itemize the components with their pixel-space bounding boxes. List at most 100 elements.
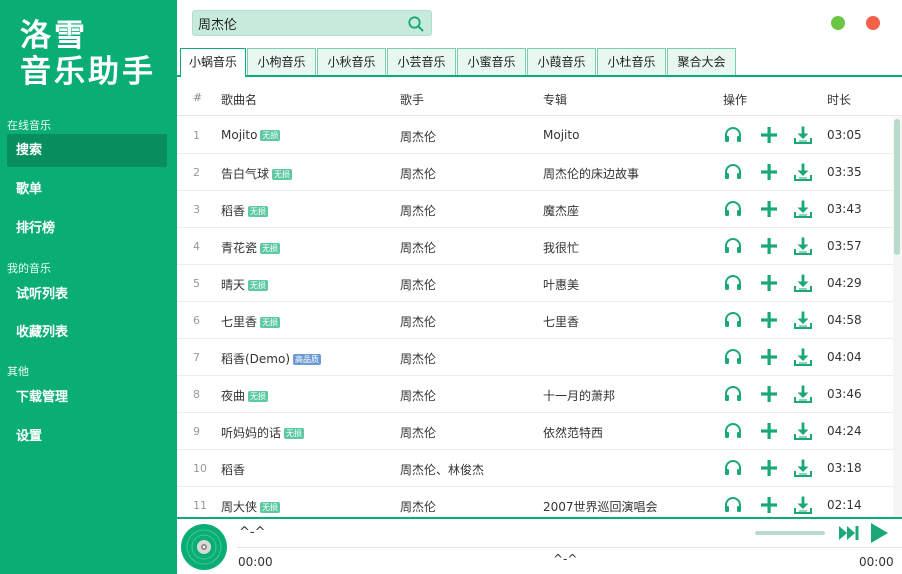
song-album[interactable]: 叶惠美: [543, 276, 579, 293]
tab-source-1[interactable]: 小蜗音乐: [180, 48, 246, 77]
headphones-icon[interactable]: [723, 347, 743, 367]
add-icon[interactable]: [759, 347, 779, 367]
table-row[interactable]: 10 稻香 周杰伦、林俊杰 03:18: [177, 450, 893, 487]
song-artist[interactable]: 周杰伦: [400, 239, 436, 256]
download-icon[interactable]: [793, 236, 813, 256]
sidebar-item-search[interactable]: 搜索: [7, 134, 167, 167]
headphones-icon[interactable]: [723, 125, 743, 145]
add-icon[interactable]: [759, 310, 779, 330]
table-row[interactable]: 8 夜曲 无损 周杰伦 十一月的萧邦 03:46: [177, 376, 893, 413]
download-icon[interactable]: [793, 421, 813, 441]
song-name[interactable]: 告白气球 无损: [221, 165, 293, 182]
download-icon[interactable]: [793, 384, 813, 404]
table-row[interactable]: 9 听妈妈的话 无损 周杰伦 依然范特西 04:24: [177, 413, 893, 450]
close-button[interactable]: [866, 16, 880, 30]
headphones-icon[interactable]: [723, 236, 743, 256]
headphones-icon[interactable]: [723, 162, 743, 182]
add-icon[interactable]: [759, 236, 779, 256]
song-album[interactable]: 周杰伦的床边故事: [543, 165, 639, 182]
download-icon[interactable]: [793, 458, 813, 478]
add-icon[interactable]: [759, 125, 779, 145]
tab-source-3[interactable]: 小秋音乐: [317, 48, 386, 75]
add-icon[interactable]: [759, 458, 779, 478]
table-row[interactable]: 3 稻香 无损 周杰伦 魔杰座 03:43: [177, 191, 893, 228]
song-artist[interactable]: 周杰伦: [400, 498, 436, 515]
scrollbar[interactable]: [893, 117, 902, 517]
sidebar-item-downloads[interactable]: 下载管理: [7, 381, 167, 414]
song-name[interactable]: 晴天 无损: [221, 276, 269, 293]
sidebar-item-charts[interactable]: 排行榜: [7, 212, 167, 245]
add-icon[interactable]: [759, 495, 779, 515]
song-artist[interactable]: 周杰伦: [400, 350, 436, 367]
add-icon[interactable]: [759, 162, 779, 182]
song-name[interactable]: 周大侠 无损: [221, 498, 281, 515]
song-artist[interactable]: 周杰伦: [400, 128, 436, 145]
song-album[interactable]: 我很忙: [543, 239, 579, 256]
sidebar-item-playlists[interactable]: 歌单: [7, 173, 167, 206]
download-icon[interactable]: [793, 273, 813, 293]
headphones-icon[interactable]: [723, 495, 743, 515]
play-icon[interactable]: [868, 522, 890, 544]
download-icon[interactable]: [793, 162, 813, 182]
song-name[interactable]: 七里香 无损: [221, 313, 281, 330]
song-album[interactable]: 十一月的萧邦: [543, 387, 615, 404]
disc-icon[interactable]: [180, 523, 228, 571]
headphones-icon[interactable]: [723, 199, 743, 219]
song-name[interactable]: 青花瓷 无损: [221, 239, 281, 256]
table-row[interactable]: 2 告白气球 无损 周杰伦 周杰伦的床边故事 03:35: [177, 154, 893, 191]
song-album[interactable]: 魔杰座: [543, 202, 579, 219]
song-album[interactable]: 依然范特西: [543, 424, 603, 441]
next-track-icon[interactable]: [838, 524, 860, 542]
download-icon[interactable]: [793, 310, 813, 330]
tab-source-5[interactable]: 小蜜音乐: [457, 48, 526, 75]
song-name[interactable]: 稻香: [221, 461, 245, 478]
table-row[interactable]: 6 七里香 无损 周杰伦 七里香 04:58: [177, 302, 893, 339]
minimize-button[interactable]: [831, 16, 845, 30]
tab-source-4[interactable]: 小芸音乐: [387, 48, 456, 75]
song-artist[interactable]: 周杰伦: [400, 387, 436, 404]
table-row[interactable]: 11 周大侠 无损 周杰伦 2007世界巡回演唱会 02:14: [177, 487, 893, 517]
search-icon[interactable]: [407, 15, 425, 33]
song-name[interactable]: 稻香 无损: [221, 202, 269, 219]
download-icon[interactable]: [793, 125, 813, 145]
song-album[interactable]: 七里香: [543, 313, 579, 330]
headphones-icon[interactable]: [723, 310, 743, 330]
headphones-icon[interactable]: [723, 421, 743, 441]
song-artist[interactable]: 周杰伦: [400, 165, 436, 182]
song-name[interactable]: 夜曲 无损: [221, 387, 269, 404]
table-row[interactable]: 7 稻香(Demo) 高品质 周杰伦 04:04: [177, 339, 893, 376]
download-icon[interactable]: [793, 347, 813, 367]
tab-source-6[interactable]: 小葭音乐: [527, 48, 596, 75]
song-album[interactable]: Mojito: [543, 128, 579, 142]
song-album[interactable]: 2007世界巡回演唱会: [543, 498, 658, 515]
tab-aggregate[interactable]: 聚合大会: [667, 48, 736, 75]
headphones-icon[interactable]: [723, 384, 743, 404]
progress-bar[interactable]: [237, 547, 902, 548]
song-artist[interactable]: 周杰伦: [400, 424, 436, 441]
table-row[interactable]: 1 Mojito 无损 周杰伦 Mojito 03:05: [177, 117, 893, 154]
song-artist[interactable]: 周杰伦、林俊杰: [400, 461, 484, 478]
download-icon[interactable]: [793, 495, 813, 515]
song-artist[interactable]: 周杰伦: [400, 313, 436, 330]
song-name[interactable]: Mojito 无损: [221, 128, 281, 142]
song-name[interactable]: 稻香(Demo) 高品质: [221, 350, 322, 367]
song-artist[interactable]: 周杰伦: [400, 276, 436, 293]
sidebar-item-settings[interactable]: 设置: [7, 420, 167, 453]
scrollbar-thumb[interactable]: [894, 119, 900, 255]
add-icon[interactable]: [759, 199, 779, 219]
song-name[interactable]: 听妈妈的话 无损: [221, 424, 305, 441]
tab-source-2[interactable]: 小枸音乐: [247, 48, 316, 75]
add-icon[interactable]: [759, 384, 779, 404]
table-row[interactable]: 4 青花瓷 无损 周杰伦 我很忙 03:57: [177, 228, 893, 265]
tab-source-7[interactable]: 小杜音乐: [597, 48, 666, 75]
headphones-icon[interactable]: [723, 458, 743, 478]
sidebar-item-favorites[interactable]: 收藏列表: [7, 316, 167, 349]
sidebar-item-trial-list[interactable]: 试听列表: [7, 278, 167, 311]
add-icon[interactable]: [759, 273, 779, 293]
headphones-icon[interactable]: [723, 273, 743, 293]
song-artist[interactable]: 周杰伦: [400, 202, 436, 219]
download-icon[interactable]: [793, 199, 813, 219]
search-input[interactable]: [198, 14, 398, 32]
add-icon[interactable]: [759, 421, 779, 441]
table-row[interactable]: 5 晴天 无损 周杰伦 叶惠美 04:29: [177, 265, 893, 302]
